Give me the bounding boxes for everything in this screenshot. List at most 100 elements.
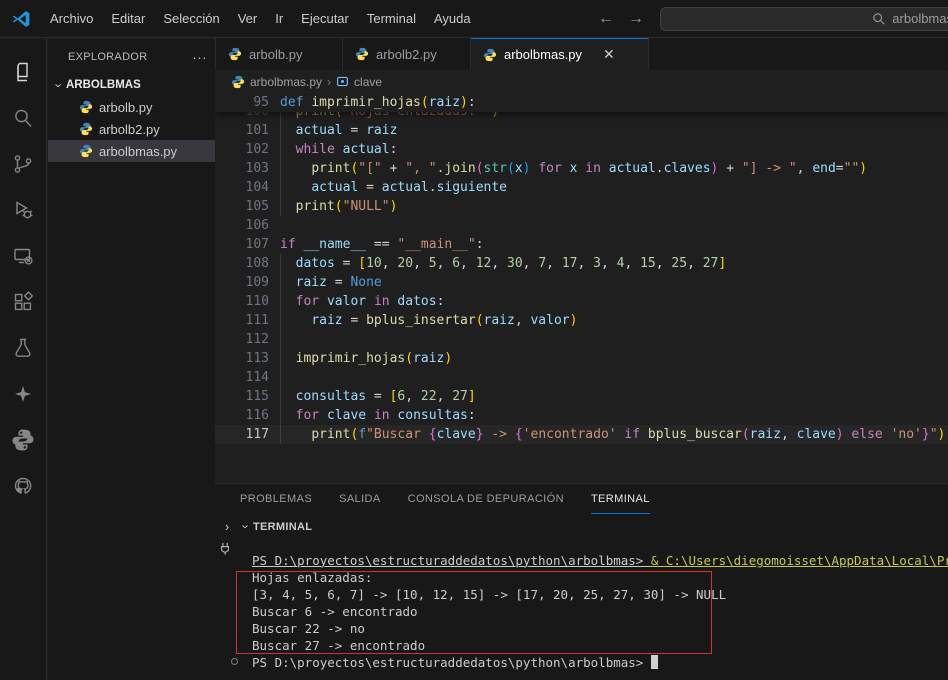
- line-number: 100: [215, 112, 269, 121]
- testing-icon[interactable]: [0, 325, 47, 371]
- line-text: print("[" + ", ".join(str(x) for x in ac…: [280, 159, 867, 178]
- line-number: 109: [215, 273, 269, 292]
- menu-ir[interactable]: Ir: [266, 7, 292, 30]
- line-number: 111: [215, 311, 269, 330]
- chevron-down-icon[interactable]: ›: [239, 520, 254, 534]
- chevron-down-icon: ›: [52, 78, 67, 92]
- extensions-icon[interactable]: [0, 279, 47, 325]
- code-line-104: 104 actual = actual.siguiente: [215, 178, 948, 197]
- terminal-line-6: Buscar 27 -> encontrado: [215, 637, 948, 654]
- panel-tab-problemas[interactable]: PROBLEMAS: [240, 484, 312, 514]
- breadcrumb-file[interactable]: arbolbmas.py: [250, 75, 322, 89]
- search-icon[interactable]: [0, 95, 47, 141]
- code-line-112: 112: [215, 330, 948, 349]
- line-text: datos = [10, 20, 5, 6, 12, 30, 7, 17, 3,…: [280, 254, 726, 273]
- python-file-icon: [79, 122, 93, 136]
- menu-terminal[interactable]: Terminal: [358, 7, 425, 30]
- partially-scrolled-line: 100 print("Hojas enlazadas: "): [215, 112, 948, 121]
- code-line-101: 101 actual = raiz: [215, 121, 948, 140]
- file-item-arbolbmas.py[interactable]: arbolbmas.py: [48, 140, 215, 162]
- run-debug-icon[interactable]: [0, 187, 47, 233]
- back-arrow-icon[interactable]: ←: [598, 10, 614, 28]
- terminal-section-label[interactable]: TERMINAL: [253, 521, 312, 533]
- code-line-113: 113 imprimir_hojas(raiz): [215, 349, 948, 368]
- tab-arbolb.py[interactable]: arbolb.py: [215, 38, 343, 70]
- github-icon[interactable]: [0, 463, 47, 509]
- editor-group: arbolb.py arbolb2.py arbolbmas.py ✕ arbolbm…: [215, 39, 948, 680]
- panel-tab-salida[interactable]: SALIDA: [339, 484, 381, 514]
- code-line-116: 116 for clave in consultas:: [215, 406, 948, 425]
- forward-arrow-icon[interactable]: →: [628, 10, 644, 28]
- sidebar-section-label: ARBOLBMAS: [66, 79, 141, 91]
- source-control-icon[interactable]: [0, 141, 47, 187]
- command-center-search[interactable]: arbolbmas: [660, 7, 948, 31]
- python-file-icon: [231, 75, 245, 89]
- tab-label: arbolb.py: [249, 47, 302, 62]
- explorer-sidebar: EXPLORADOR ··· › ARBOLBMAS arbolb.pyarbo…: [48, 39, 215, 680]
- code-line-107: 107if __name__ == "__main__":: [215, 235, 948, 254]
- line-text: actual = actual.siguiente: [280, 178, 507, 197]
- terminal-line-2: Hojas enlazadas:: [215, 569, 948, 586]
- file-item-arbolb.py[interactable]: arbolb.py: [48, 96, 215, 118]
- line-number: 102: [215, 140, 269, 159]
- tab-arbolbmas.py[interactable]: arbolbmas.py ✕: [471, 38, 649, 70]
- line-text: for valor in datos:: [280, 292, 444, 311]
- search-icon: [872, 12, 886, 26]
- python-file-icon: [79, 144, 93, 158]
- code-line-109: 109 raiz = None: [215, 273, 948, 292]
- menu-selección[interactable]: Selección: [154, 7, 228, 30]
- sidebar-section-arbolbmas[interactable]: › ARBOLBMAS: [48, 74, 215, 96]
- menu-ejecutar[interactable]: Ejecutar: [292, 7, 358, 30]
- code-editor[interactable]: 95def imprimir_hojas(raiz): 100 print("H…: [215, 93, 948, 483]
- line-number: 106: [215, 216, 269, 235]
- panel-tab-consola-de-depuración[interactable]: CONSOLA DE DEPURACIÓN: [408, 484, 564, 514]
- line-text: for clave in consultas:: [280, 406, 476, 425]
- sidebar-more-actions-icon[interactable]: ···: [192, 49, 207, 65]
- code-line-108: 108 datos = [10, 20, 5, 6, 12, 30, 7, 17…: [215, 254, 948, 273]
- terminal-view[interactable]: PS D:\proyectos\estructuraddedatos\pytho…: [215, 539, 948, 680]
- file-item-arbolb2.py[interactable]: arbolb2.py: [48, 118, 215, 140]
- command-center-text: arbolbmas: [892, 11, 948, 26]
- menu-editar[interactable]: Editar: [102, 7, 154, 30]
- tab-bar: arbolb.py arbolb2.py arbolbmas.py ✕: [215, 38, 948, 70]
- panel-tab-terminal[interactable]: TERMINAL: [591, 484, 650, 514]
- tab-label: arbolbmas.py: [504, 47, 582, 62]
- menu-ver[interactable]: Ver: [229, 7, 267, 30]
- panel-chevron-icon[interactable]: ›: [215, 519, 239, 534]
- terminal-line-7: PS D:\proyectos\estructuraddedatos\pytho…: [215, 654, 948, 671]
- python-file-icon: [79, 100, 93, 114]
- line-number: 110: [215, 292, 269, 311]
- remote-explorer-icon[interactable]: [0, 233, 47, 279]
- python-icon[interactable]: [0, 417, 47, 463]
- line-number: 108: [215, 254, 269, 273]
- explorer-icon[interactable]: [0, 49, 47, 95]
- python-file-icon: [228, 47, 242, 61]
- breadcrumb-symbol[interactable]: clave: [354, 75, 382, 89]
- terminal-line-1: PS D:\proyectos\estructuraddedatos\pytho…: [215, 552, 948, 569]
- sidebar-title: EXPLORADOR: [68, 51, 147, 63]
- terminal-line-4: Buscar 6 -> encontrado: [215, 603, 948, 620]
- close-icon[interactable]: ✕: [603, 46, 615, 63]
- panel-tab-bar: PROBLEMAS SALIDA CONSOLA DE DEPURACIÓN TERM…: [215, 484, 948, 514]
- line-number: 116: [215, 406, 269, 425]
- breadcrumb-separator: ›: [327, 75, 331, 89]
- file-tree: arbolb.py arbolb2.pyarbolbmas.py: [48, 96, 215, 162]
- tab-arbolb2.py[interactable]: arbolb2.py: [343, 38, 471, 70]
- menu-archivo[interactable]: Archivo: [41, 7, 102, 30]
- tab-label: arbolb2.py: [376, 47, 437, 62]
- line-text: print(f"Buscar {clave} -> {'encontrado' …: [280, 425, 945, 444]
- line-number: 114: [215, 368, 269, 387]
- code-line-114: 114: [215, 368, 948, 387]
- line-number: 107: [215, 235, 269, 254]
- menu-ayuda[interactable]: Ayuda: [425, 7, 480, 30]
- breadcrumb: arbolbmas.py › clave: [215, 70, 948, 93]
- line-number: 112: [215, 330, 269, 349]
- file-label: arbolb.py: [99, 100, 152, 115]
- vscode-window: ArchivoEditarSelecciónVerIrEjecutarTermi…: [0, 0, 948, 680]
- sparkle-icon[interactable]: [0, 371, 47, 417]
- python-file-icon: [355, 47, 369, 61]
- line-number: 103: [215, 159, 269, 178]
- code-line-105: 105 print("NULL"): [215, 197, 948, 216]
- line-number: 101: [215, 121, 269, 140]
- terminal-line-3: [3, 4, 5, 6, 7] -> [10, 12, 15] -> [17, …: [215, 586, 948, 603]
